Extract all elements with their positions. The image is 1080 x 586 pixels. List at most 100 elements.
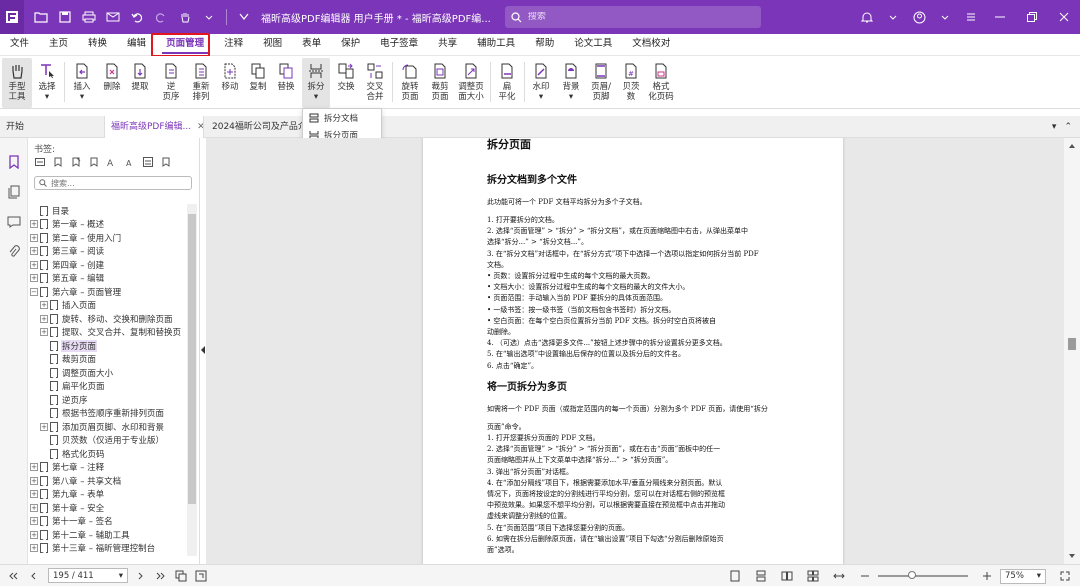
expand-icon[interactable]: + xyxy=(40,422,48,431)
chevron-down-icon[interactable] xyxy=(198,6,220,28)
menu-item-1[interactable]: 主页 xyxy=(39,33,78,55)
bookmark-item[interactable]: 逆页序 xyxy=(30,393,186,406)
bookmark-item[interactable]: + 第九章 – 表单 xyxy=(30,488,186,501)
menu-item-5[interactable]: 注释 xyxy=(214,33,253,55)
chevron-down-icon[interactable]: ▾ xyxy=(119,571,123,581)
page-view-icon[interactable] xyxy=(174,569,188,583)
interleave-button[interactable]: 交叉 合并 xyxy=(362,58,388,108)
zoom-slider[interactable] xyxy=(878,571,968,579)
new-bookmark-icon[interactable] xyxy=(52,156,64,168)
bookmark-search-input[interactable] xyxy=(51,178,181,188)
menu-item-8[interactable]: 保护 xyxy=(331,33,370,55)
bookmark-item[interactable]: + 第八章 – 共享文档 xyxy=(30,474,186,487)
hand-tool-button[interactable]: 手型 工具 xyxy=(2,58,32,108)
collapse-icon[interactable]: − xyxy=(30,287,38,296)
customize-dropdown-icon[interactable] xyxy=(233,6,255,28)
header-footer-button[interactable]: 页眉/ 页脚 xyxy=(586,58,616,108)
page-number-field[interactable]: 195 / 411 ▾ xyxy=(48,568,128,583)
bookmark-item[interactable]: + 第二章 – 使用入门 xyxy=(30,231,186,244)
expand-icon[interactable]: + xyxy=(30,233,38,242)
replace-page-button[interactable]: 替换 xyxy=(274,58,298,108)
bell-icon[interactable] xyxy=(854,6,880,28)
reorder-pages-button[interactable]: 重新 排列 xyxy=(188,58,214,108)
bookmark-item[interactable]: − 第六章 – 页面管理 xyxy=(30,285,186,298)
bookmark-item[interactable]: + 添加页眉页脚、水印和背景 xyxy=(30,420,186,433)
save-icon[interactable] xyxy=(54,6,76,28)
expand-icon[interactable]: + xyxy=(30,463,38,471)
tab-user-manual[interactable]: 福昕高级PDF编辑... ✕ xyxy=(104,116,204,138)
font-decrease-icon[interactable]: A xyxy=(124,156,136,168)
insert-page-button[interactable]: 插入 ▾ xyxy=(70,58,94,108)
expand-icon[interactable]: + xyxy=(40,314,48,323)
scroll-up-icon[interactable] xyxy=(1068,142,1076,150)
close-button[interactable] xyxy=(1048,0,1080,34)
menu-item-12[interactable]: 帮助 xyxy=(525,33,564,55)
restore-button[interactable] xyxy=(1016,0,1048,34)
single-page-view-icon[interactable] xyxy=(728,569,742,583)
bookmark-item[interactable]: + 第十章 – 安全 xyxy=(30,501,186,514)
menu-item-2[interactable]: 转换 xyxy=(78,33,117,55)
zoom-out-icon[interactable] xyxy=(858,569,872,583)
bookmark-list-icon[interactable] xyxy=(142,156,154,168)
bookmark-item[interactable]: 调整页面大小 xyxy=(30,366,186,379)
expand-icon[interactable]: + xyxy=(40,301,48,309)
menu-item-9[interactable]: 电子签章 xyxy=(370,33,428,55)
expand-all-icon[interactable] xyxy=(34,156,46,168)
scrollbar-thumb[interactable] xyxy=(1068,338,1076,350)
last-page-icon[interactable] xyxy=(154,569,168,583)
scrollbar-thumb[interactable] xyxy=(188,214,196,504)
chevron-down-icon[interactable] xyxy=(932,6,958,28)
undo-icon[interactable] xyxy=(126,6,148,28)
collapse-ribbon-icon[interactable]: ⌃ xyxy=(1064,122,1072,132)
document-scrollbar[interactable] xyxy=(1064,138,1080,564)
user-account-icon[interactable] xyxy=(906,6,932,28)
bookmark-item[interactable]: + 第十二章 – 辅助工具 xyxy=(30,528,186,541)
previous-page-icon[interactable] xyxy=(26,569,40,583)
select-button[interactable]: 选择 ▾ xyxy=(34,58,60,108)
expand-icon[interactable]: + xyxy=(30,476,38,485)
watermark-button[interactable]: 水印 ▾ xyxy=(528,58,554,108)
menu-item-13[interactable]: 论文工具 xyxy=(564,33,622,55)
global-search[interactable] xyxy=(504,6,761,28)
expand-icon[interactable]: + xyxy=(30,544,38,552)
fit-width-icon[interactable] xyxy=(832,569,846,583)
menu-item-7[interactable]: 表单 xyxy=(292,33,331,55)
minimize-button[interactable] xyxy=(984,0,1016,34)
rotate-page-button[interactable]: 旋转 页面 xyxy=(396,58,424,108)
delete-bookmark-icon[interactable] xyxy=(70,156,82,168)
bookmark-item[interactable]: 裁剪页面 xyxy=(30,353,186,366)
search-input[interactable] xyxy=(527,12,728,22)
zoom-slider-knob[interactable] xyxy=(907,571,916,579)
chevron-down-icon[interactable]: ▾ xyxy=(1037,571,1041,581)
bookmark-item[interactable]: + 第三章 – 阅读 xyxy=(30,245,186,258)
tab-company-intro[interactable]: 2024福昕公司及产品介... xyxy=(206,116,302,138)
bookmark-item[interactable]: + 提取、交叉合并、复制和替换页 xyxy=(30,326,186,339)
bookmark-item[interactable]: 拆分页面 xyxy=(30,339,186,352)
menu-item-4[interactable]: 页面管理 xyxy=(156,33,214,55)
bookmark-item[interactable]: 扁平化页面 xyxy=(30,380,186,393)
expand-icon[interactable]: + xyxy=(30,530,38,539)
bookmark-search[interactable] xyxy=(34,176,192,190)
zoom-level-field[interactable]: 75% ▾ xyxy=(1000,568,1046,584)
bookmark-item[interactable]: + 插入页面 xyxy=(30,299,186,312)
expand-icon[interactable]: + xyxy=(30,503,38,512)
thumbnails-panel-icon[interactable] xyxy=(4,182,24,202)
crop-page-button[interactable]: 裁剪 页面 xyxy=(428,58,452,108)
flatten-button[interactable]: 扁 平化 xyxy=(494,58,520,108)
continuous-view-icon[interactable] xyxy=(754,569,768,583)
delete-page-button[interactable]: 删除 xyxy=(100,58,124,108)
first-page-icon[interactable] xyxy=(6,569,20,583)
fullscreen-icon[interactable] xyxy=(1058,569,1072,583)
facing-view-icon[interactable] xyxy=(780,569,794,583)
bookmark-item[interactable]: + 第十三章 – 福昕管理控制台 xyxy=(30,542,186,555)
copy-page-button[interactable]: 复制 xyxy=(246,58,270,108)
hand-tool-icon[interactable] xyxy=(174,6,196,28)
bookmark-item[interactable]: 格式化页码 xyxy=(30,447,186,460)
bookmark-item[interactable]: + 第十一章 – 签名 xyxy=(30,515,186,528)
email-icon[interactable] xyxy=(102,6,124,28)
split-button[interactable]: 拆分 ▾ xyxy=(302,58,330,108)
close-icon[interactable]: ✕ xyxy=(197,122,203,132)
menu-item-6[interactable]: 视图 xyxy=(253,33,292,55)
attachments-panel-icon[interactable] xyxy=(4,242,24,262)
move-page-button[interactable]: 移动 xyxy=(218,58,242,108)
